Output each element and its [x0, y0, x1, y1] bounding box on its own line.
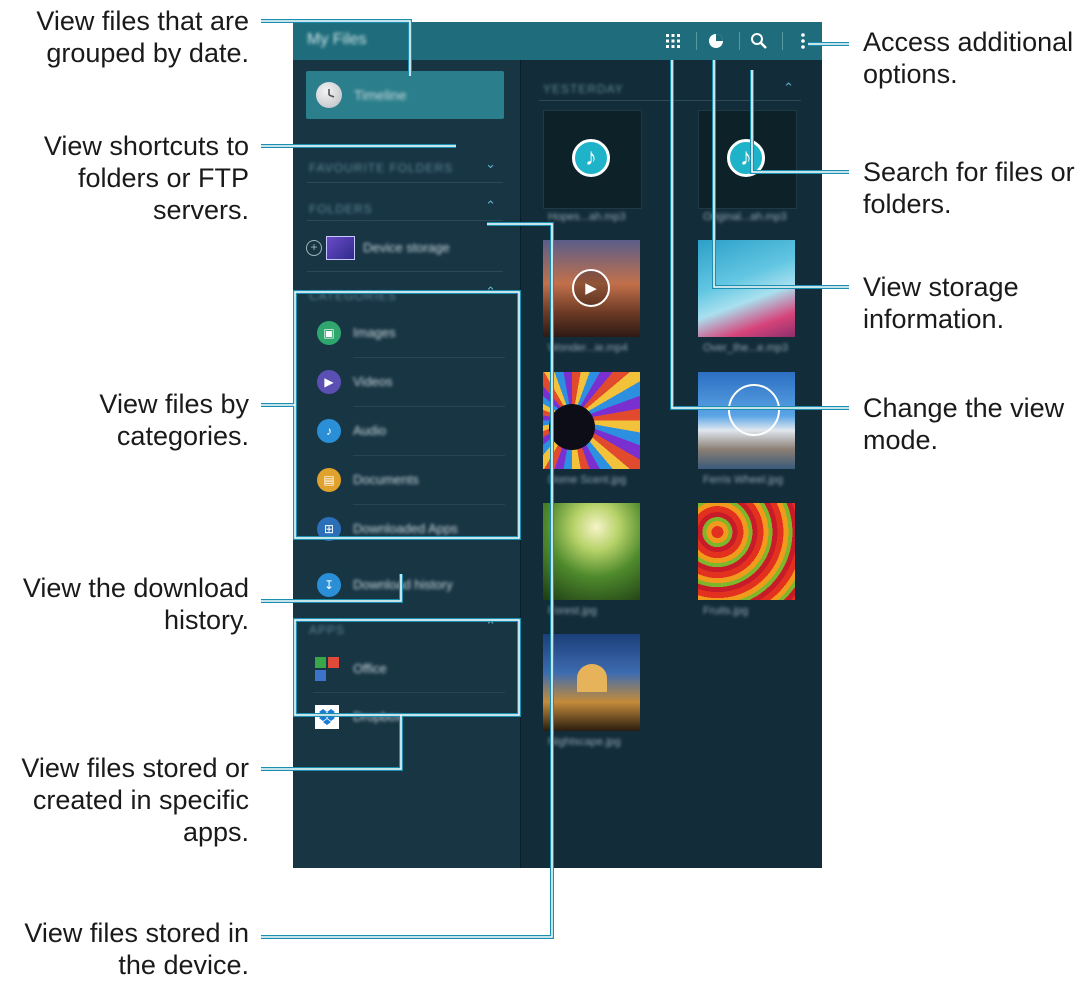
annotation-in-device: View files stored in the device. [24, 918, 249, 980]
annotation-shortcuts: View shortcuts to folders or FTP servers… [43, 131, 249, 225]
annotation-download-history: View the download history. [22, 573, 249, 635]
annotation-view-mode: Change the view mode. [863, 393, 1065, 455]
annotation-search: Search for files or folders. [863, 157, 1075, 219]
annotation-grouped-by-date: View files that are grouped by date. [36, 6, 249, 68]
annotation-by-categories: View files by categories. [99, 389, 249, 451]
annotation-additional-options: Access additional options. [863, 27, 1074, 89]
annotation-specific-apps: View files stored or created in specific… [21, 753, 249, 847]
annotation-storage-info: View storage information. [863, 272, 1019, 334]
